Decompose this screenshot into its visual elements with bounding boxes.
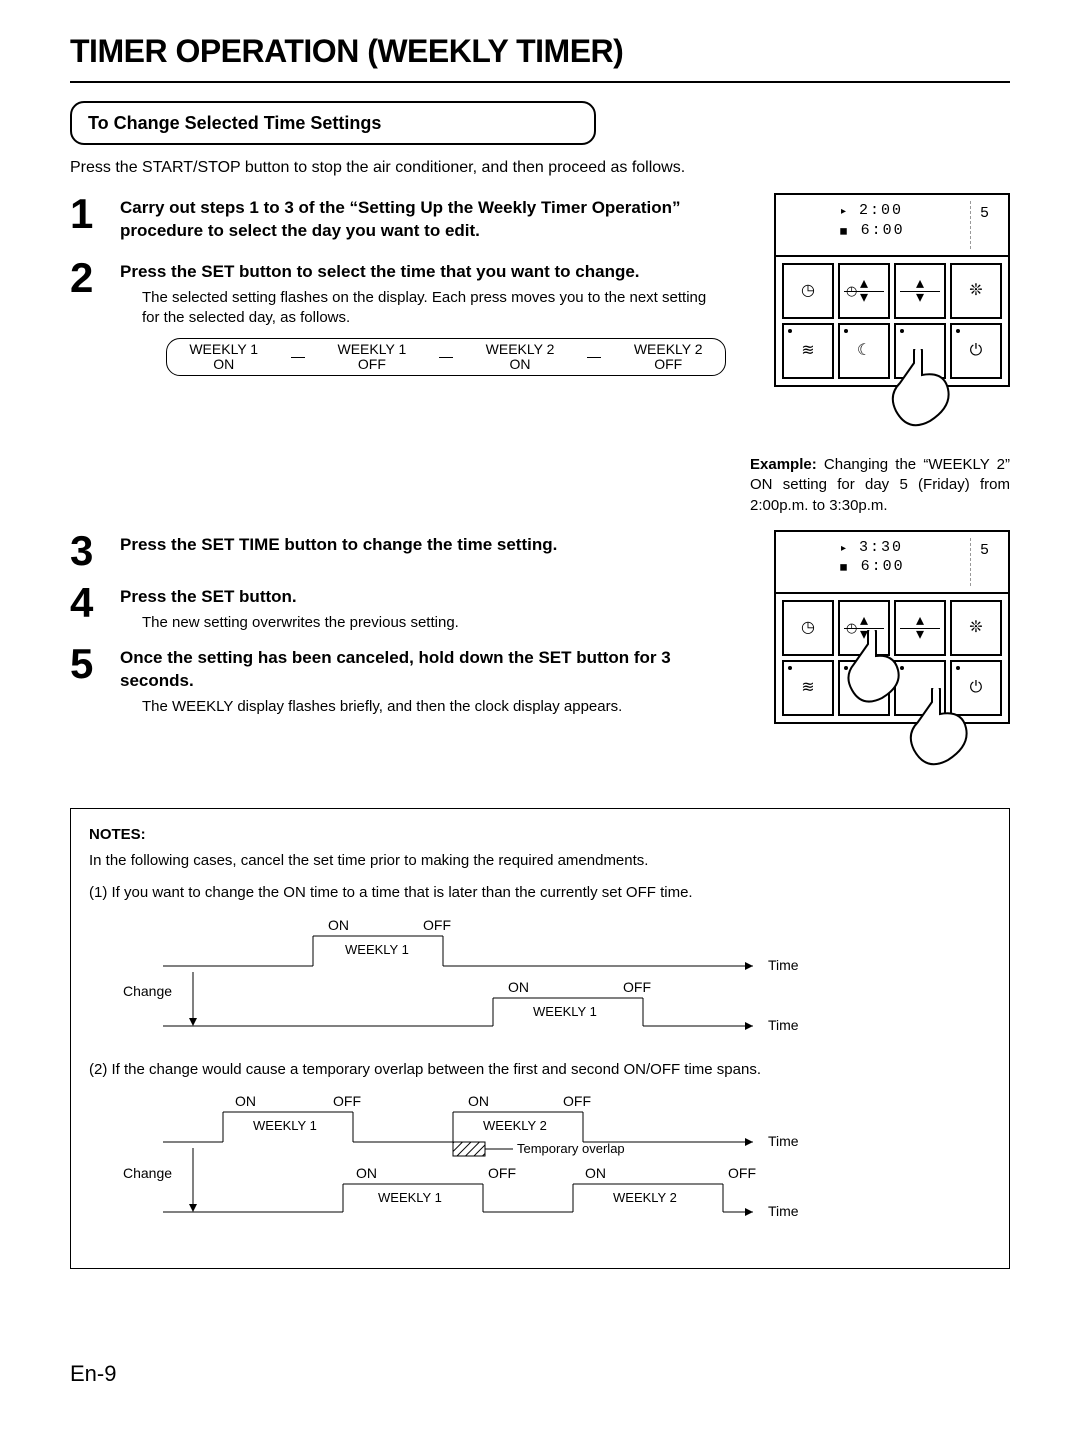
svg-text:ON: ON	[328, 917, 349, 933]
notes-box: NOTES: In the following cases, cancel th…	[70, 808, 1010, 1269]
step-5: 5 Once the setting has been canceled, ho…	[70, 643, 726, 717]
svg-text:Change: Change	[123, 983, 172, 999]
lcd-line: ▸ 2:00	[784, 201, 960, 221]
divider	[70, 81, 1010, 83]
lcd-day: 5	[970, 201, 1000, 249]
example-caption: Example: Changing the “WEEKLY 2” ON sett…	[750, 455, 1010, 516]
svg-text:WEEKLY 1: WEEKLY 1	[533, 1004, 597, 1019]
page-title: TIMER OPERATION (WEEKLY TIMER)	[70, 30, 1010, 73]
cycle-label: WEEKLY 2	[486, 342, 555, 357]
svg-text:Time: Time	[768, 1017, 799, 1033]
wave-icon: ≋	[801, 340, 814, 362]
svg-text:WEEKLY 1: WEEKLY 1	[253, 1118, 317, 1133]
clock-icon: ◷	[801, 617, 815, 639]
svg-text:WEEKLY 1: WEEKLY 1	[345, 942, 409, 957]
cycle-label: WEEKLY 1	[189, 342, 258, 357]
notes-intro: In the following cases, cancel the set t…	[89, 851, 991, 871]
lcd-line: ▸ 3:30	[784, 538, 960, 558]
svg-text:ON: ON	[508, 979, 529, 995]
section-heading: To Change Selected Time Settings	[70, 101, 596, 145]
svg-text:WEEKLY 2: WEEKLY 2	[483, 1118, 547, 1133]
step-number: 3	[70, 530, 106, 572]
panel-button: ▴▾	[894, 263, 946, 319]
svg-text:ON: ON	[468, 1093, 489, 1109]
step-title: Press the SET TIME button to change the …	[120, 534, 726, 557]
svg-text:OFF: OFF	[623, 979, 651, 995]
cycle-label: WEEKLY 1	[338, 342, 407, 357]
svg-text:ON: ON	[235, 1093, 256, 1109]
svg-text:OFF: OFF	[423, 917, 451, 933]
lcd-line: ◼ 6:00	[784, 221, 960, 241]
panel-button: ❊	[950, 263, 1002, 319]
panel-button: ◷	[782, 600, 834, 656]
svg-text:ON: ON	[585, 1165, 606, 1181]
axis-label: Time	[768, 957, 799, 973]
svg-text:Time: Time	[768, 1133, 799, 1149]
svg-text:Time: Time	[768, 1203, 799, 1219]
notes-item-2: (2) If the change would cause a temporar…	[89, 1060, 991, 1080]
step-1: 1 Carry out steps 1 to 3 of the “Setting…	[70, 193, 726, 247]
step-title: Carry out steps 1 to 3 of the “Setting U…	[120, 197, 726, 243]
svg-text:Temporary overlap: Temporary overlap	[517, 1141, 625, 1156]
wave-icon: ≋	[801, 677, 814, 699]
step-4: 4 Press the SET button. The new setting …	[70, 582, 726, 633]
svg-text:OFF: OFF	[563, 1093, 591, 1109]
svg-text:WEEKLY 2: WEEKLY 2	[613, 1190, 677, 1205]
clock-icon: ◷	[846, 282, 857, 300]
svg-text:WEEKLY 1: WEEKLY 1	[378, 1190, 442, 1205]
step-number: 4	[70, 582, 106, 633]
fan-icon: ❊	[969, 617, 982, 639]
down-icon: ▾	[860, 287, 868, 309]
svg-text:OFF: OFF	[333, 1093, 361, 1109]
hand-pointer-illustration	[750, 710, 1010, 786]
step-3: 3 Press the SET TIME button to change th…	[70, 530, 726, 572]
step-title: Press the SET button to select the time …	[120, 261, 726, 284]
lcd-line: ◼ 6:00	[784, 557, 960, 577]
svg-text:ON: ON	[356, 1165, 377, 1181]
step-description: The new setting overwrites the previous …	[120, 613, 726, 633]
clock-icon: ◷	[801, 280, 815, 302]
example-label: Example:	[750, 456, 817, 473]
panel-button: ❊	[950, 600, 1002, 656]
panel-button: ▴▾◷	[838, 263, 890, 319]
step-title: Press the SET button.	[120, 586, 726, 609]
timing-diagram-1: Time ON OFF WEEKLY 1 Change Time ON OFF …	[113, 916, 991, 1046]
svg-text:OFF: OFF	[728, 1165, 756, 1181]
hand-pointer-illustration	[750, 373, 1010, 449]
svg-text:OFF: OFF	[488, 1165, 516, 1181]
lcd-day: 5	[970, 538, 1000, 586]
step-title: Once the setting has been canceled, hold…	[120, 647, 726, 693]
step-description: The selected setting flashes on the disp…	[120, 288, 726, 329]
panel-button: ≋	[782, 323, 834, 379]
panel-button: ◷	[782, 263, 834, 319]
notes-heading: NOTES:	[89, 825, 991, 845]
svg-text:Change: Change	[123, 1165, 172, 1181]
crescent-icon: ☾	[857, 340, 871, 362]
cycle-diagram: WEEKLY 1ON WEEKLY 1OFF WEEKLY 2ON WEEKLY…	[166, 338, 726, 376]
step-number: 2	[70, 257, 106, 376]
page-number: En-9	[70, 1359, 1010, 1389]
step-number: 1	[70, 193, 106, 247]
step-description: The WEEKLY display flashes briefly, and …	[120, 697, 726, 717]
step-2: 2 Press the SET button to select the tim…	[70, 257, 726, 376]
panel-button: ≋	[782, 660, 834, 716]
notes-item-1: (1) If you want to change the ON time to…	[89, 883, 991, 903]
lead-text: Press the START/STOP button to stop the …	[70, 157, 1010, 179]
down-icon: ▾	[916, 287, 924, 309]
step-number: 5	[70, 643, 106, 717]
cycle-label: WEEKLY 2	[634, 342, 703, 357]
fan-icon: ❊	[969, 280, 982, 302]
timing-diagram-2: Time ON OFF ON OFF WEEKLY 1 WEEKLY 2 Tem…	[113, 1092, 991, 1232]
